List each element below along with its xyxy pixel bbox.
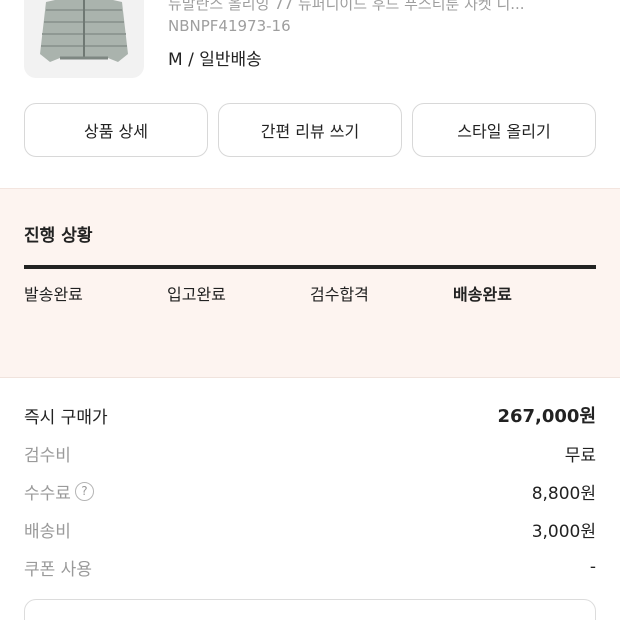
quick-review-button[interactable]: 간편 리뷰 쓰기 (218, 103, 402, 157)
progress-title: 진행 상황 (24, 226, 93, 246)
price-row-buy-now: 즉시 구매가 267,000원 (24, 396, 596, 434)
fee-value: 8,800원 (531, 483, 596, 504)
progress-section: 진행 상황 발송완료 입고완료 검수합격 배송완료 (0, 188, 620, 378)
price-row-fee: 수수료 ? 8,800원 (24, 472, 596, 510)
help-icon[interactable]: ? (74, 481, 94, 501)
price-breakdown: 즉시 구매가 267,000원 검수비 무료 수수료 ? 8,800원 배송비 … (24, 396, 596, 586)
product-code: NBNPF41973-16 (168, 17, 291, 35)
fee-label: 수수료 (24, 483, 71, 504)
coupon-label: 쿠폰 사용 (24, 559, 92, 580)
step-received: 입고완료 (167, 285, 226, 304)
bottom-card[interactable] (24, 599, 596, 620)
step-inspection-passed: 검수합격 (310, 285, 369, 304)
price-row-coupon: 쿠폰 사용 - (24, 548, 596, 586)
action-buttons: 상품 상세 간편 리뷰 쓰기 스타일 올리기 (24, 103, 596, 157)
progress-bar (24, 265, 596, 269)
shipping-fee-label: 배송비 (24, 521, 71, 542)
buy-now-value: 267,000원 (497, 406, 596, 427)
upload-style-button[interactable]: 스타일 올리기 (412, 103, 596, 157)
buy-now-label: 즉시 구매가 (24, 407, 108, 428)
inspection-fee-label: 검수비 (24, 445, 71, 466)
puffer-jacket-icon (40, 0, 128, 62)
product-name: 뉴발란스 올리잉 77 뉴퍼디이드 후드 푸스티툰 자켓 디... (168, 0, 525, 13)
step-shipped: 발송완료 (24, 285, 83, 304)
progress-bar-fill (24, 265, 596, 269)
coupon-value: - (589, 557, 596, 577)
step-delivered: 배송완료 (453, 285, 512, 304)
product-thumbnail[interactable] (24, 0, 144, 78)
product-summary: 뉴발란스 올리잉 77 뉴퍼디이드 후드 푸스티툰 자켓 디... NBNPF4… (0, 0, 620, 96)
shipping-fee-value: 3,000원 (531, 521, 596, 542)
fee-label-group: 수수료 ? (24, 479, 94, 504)
inspection-fee-value: 무료 (564, 445, 596, 466)
price-row-inspection: 검수비 무료 (24, 434, 596, 472)
product-option: M / 일반배송 (168, 50, 262, 70)
price-row-shipping: 배송비 3,000원 (24, 510, 596, 548)
product-detail-button[interactable]: 상품 상세 (24, 103, 208, 157)
